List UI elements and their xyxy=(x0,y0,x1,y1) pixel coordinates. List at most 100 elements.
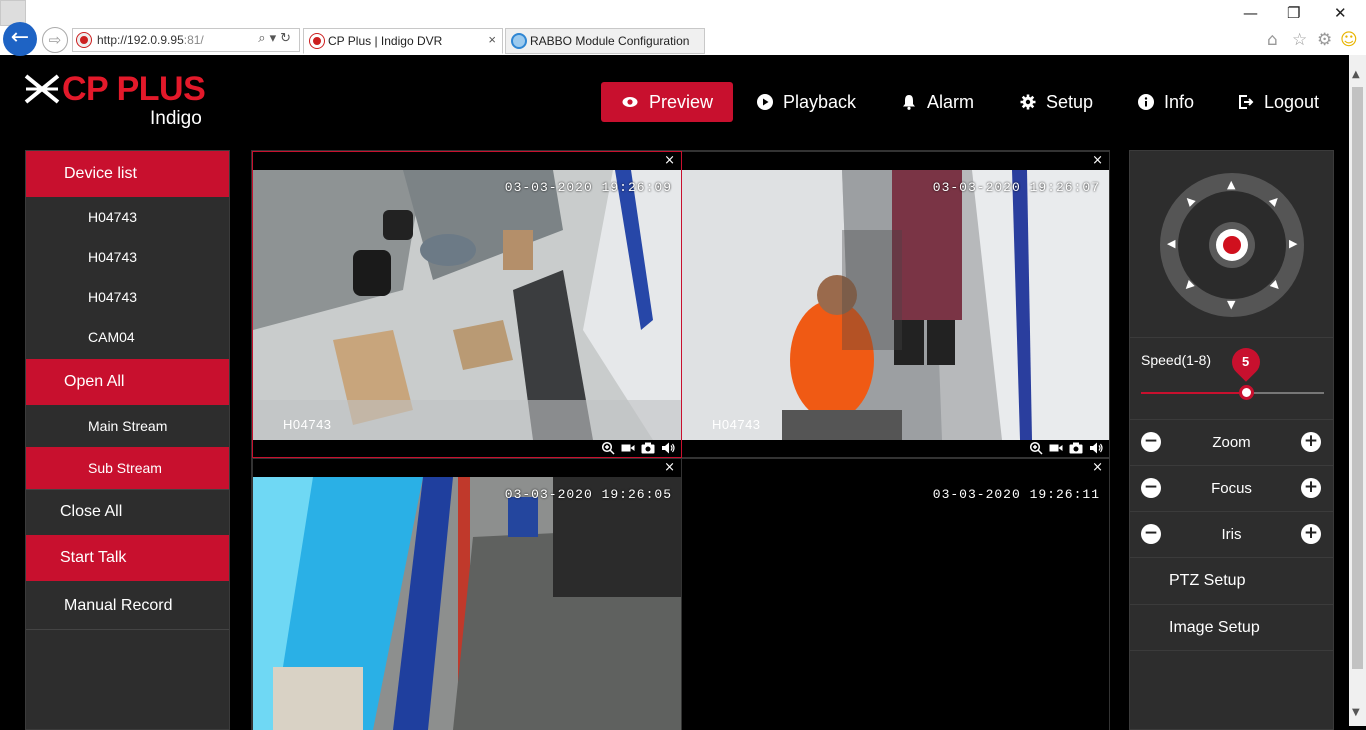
nav-preview[interactable]: Preview xyxy=(601,82,733,122)
nav-playback[interactable]: Playback xyxy=(757,82,856,122)
info-icon xyxy=(1138,94,1154,110)
device-item[interactable]: H04743 xyxy=(26,197,229,237)
start-talk-label: Start Talk xyxy=(60,549,127,566)
bell-icon xyxy=(903,95,915,110)
camera-view[interactable]: 03-03-2020 19:26:05 xyxy=(253,477,681,730)
zoom-in-button[interactable]: + xyxy=(1301,432,1321,452)
focus-control: − Focus + xyxy=(1130,465,1333,511)
tab-close-icon[interactable]: × xyxy=(488,32,496,47)
address-tools[interactable]: ⌕▾↻ xyxy=(258,31,295,46)
snapshot-camera-icon[interactable] xyxy=(1069,441,1083,455)
digital-zoom-icon[interactable] xyxy=(1029,441,1043,455)
camera-view[interactable]: 03-03-2020 19:26:09 H04743 xyxy=(253,170,681,440)
page-scrollbar[interactable]: ▲ ▼ xyxy=(1349,55,1366,726)
scrollbar-thumb[interactable] xyxy=(1352,87,1363,669)
speed-slider-handle[interactable] xyxy=(1238,385,1254,400)
close-window-button[interactable]: ✕ xyxy=(1334,4,1347,22)
nav-setup[interactable]: Setup xyxy=(1020,82,1093,122)
iris-control: − Iris + xyxy=(1130,511,1333,557)
close-icon[interactable]: × xyxy=(664,153,675,168)
address-url[interactable]: http://192.0.9.95:81/ xyxy=(97,33,204,47)
sub-stream-button[interactable]: Sub Stream xyxy=(26,447,229,489)
address-bar[interactable]: http://192.0.9.95:81/ ⌕▾↻ xyxy=(72,28,300,52)
digital-zoom-icon[interactable] xyxy=(601,441,615,455)
ptz-setup-button[interactable]: PTZ Setup xyxy=(1130,557,1333,604)
camera-feed-image xyxy=(253,170,681,440)
tab-rabbo-config[interactable]: RABBO Module Configuration xyxy=(505,28,705,54)
tile-titlebar: × xyxy=(253,152,681,170)
camera-tile-3[interactable]: × 03-03-2020 19:26:05 xyxy=(253,459,681,730)
settings-gear-icon[interactable]: ⚙ xyxy=(1317,30,1332,50)
close-icon[interactable]: × xyxy=(1092,460,1103,475)
device-item[interactable]: H04743 xyxy=(26,277,229,317)
close-all-button[interactable]: Close All xyxy=(26,489,229,535)
tile-titlebar: × xyxy=(682,152,1109,170)
camera-name: H04743 xyxy=(283,417,332,432)
device-list-header[interactable]: Device list xyxy=(26,151,229,197)
eye-icon xyxy=(622,97,638,107)
camera-timestamp: 03-03-2020 19:26:07 xyxy=(932,180,1100,195)
gear-icon xyxy=(1020,94,1036,110)
open-all-label: Open All xyxy=(64,373,125,390)
back-button[interactable]: ← xyxy=(3,22,37,56)
camera-timestamp: 03-03-2020 19:26:09 xyxy=(504,180,672,195)
camera-view[interactable]: 03-03-2020 19:26:07 H04743 xyxy=(682,170,1109,440)
record-video-icon[interactable] xyxy=(1049,441,1063,455)
camera-tile-4[interactable]: × 03-03-2020 19:26:11 xyxy=(682,459,1109,730)
device-item[interactable]: H04743 xyxy=(26,237,229,277)
device-item[interactable]: CAM04 xyxy=(26,317,229,357)
close-icon[interactable]: × xyxy=(1092,153,1103,168)
site-favicon-icon xyxy=(77,33,91,47)
arrow-down-icon[interactable]: ▼ xyxy=(1227,298,1235,311)
tab-indigo-dvr[interactable]: CP Plus | Indigo DVR × xyxy=(303,28,503,54)
nav-info[interactable]: Info xyxy=(1138,82,1194,122)
tile-toolbar xyxy=(253,440,681,457)
camera-timestamp: 03-03-2020 19:26:11 xyxy=(932,487,1100,502)
manual-record-button[interactable]: Manual Record xyxy=(26,583,229,629)
manual-record-label: Manual Record xyxy=(64,597,173,614)
nav-alarm[interactable]: Alarm xyxy=(901,82,974,122)
nav-preview-label: Preview xyxy=(648,91,714,112)
image-setup-label: Image Setup xyxy=(1169,619,1260,636)
focus-plus-button[interactable]: + xyxy=(1301,478,1321,498)
speed-label: Speed(1-8) xyxy=(1141,352,1212,368)
camera-view[interactable]: 03-03-2020 19:26:11 xyxy=(682,477,1109,730)
device-name: H04743 xyxy=(88,249,138,265)
start-talk-button[interactable]: Start Talk xyxy=(26,535,229,581)
home-icon[interactable]: ⌂ xyxy=(1267,30,1278,50)
speed-slider-track[interactable] xyxy=(1141,392,1324,394)
audio-icon[interactable] xyxy=(661,441,675,455)
audio-icon[interactable] xyxy=(1089,441,1103,455)
url-host: http://192.0.9.95 xyxy=(97,33,184,47)
record-video-icon[interactable] xyxy=(621,441,635,455)
nav-playback-label: Playback xyxy=(783,91,857,112)
camera-tile-2[interactable]: × 03-03-2020 19:26:07 H04743 xyxy=(682,152,1109,457)
main-stream-button[interactable]: Main Stream xyxy=(26,405,229,447)
tab-label: CP Plus | Indigo DVR xyxy=(328,34,443,48)
logo-subtitle: Indigo xyxy=(150,108,202,129)
left-panel: Device list H04743 H04743 H04743 CAM04 O… xyxy=(25,150,230,730)
image-setup-button[interactable]: Image Setup xyxy=(1130,604,1333,651)
favorites-star-icon[interactable]: ☆ xyxy=(1292,30,1307,50)
iris-plus-button[interactable]: + xyxy=(1301,524,1321,544)
tile-toolbar xyxy=(682,440,1109,457)
close-icon[interactable]: × xyxy=(664,460,675,475)
arrow-left-icon[interactable]: ◀ xyxy=(1167,237,1175,250)
arrow-right-icon[interactable]: ▶ xyxy=(1289,237,1297,250)
scroll-up-icon[interactable]: ▲ xyxy=(1352,69,1360,80)
snapshot-camera-icon[interactable] xyxy=(641,441,655,455)
speed-slider-fill xyxy=(1141,392,1246,394)
feedback-smiley-icon[interactable]: ☺ xyxy=(1340,30,1358,50)
camera-tile-1[interactable]: × 03-03-2020 19:26:09 H04743 xyxy=(252,151,682,458)
open-all-button[interactable]: Open All xyxy=(26,359,229,405)
scroll-down-icon[interactable]: ▼ xyxy=(1352,707,1360,718)
tile-titlebar: × xyxy=(682,459,1109,477)
nav-logout[interactable]: Logout xyxy=(1238,82,1319,122)
ptz-panel: ▲ ▼ ◀ ▶ ▲ ▲ ▼ ▼ Speed(1-8) 5 − Zoom + − … xyxy=(1129,150,1334,730)
restore-button[interactable]: ❐ xyxy=(1287,4,1300,22)
arrow-up-icon[interactable]: ▲ xyxy=(1227,178,1235,191)
nav-logout-label: Logout xyxy=(1264,91,1320,112)
forward-button[interactable]: ⇨ xyxy=(42,27,68,53)
logo-text: CP PLUS xyxy=(62,70,206,108)
minimize-button[interactable]: — xyxy=(1243,4,1258,22)
